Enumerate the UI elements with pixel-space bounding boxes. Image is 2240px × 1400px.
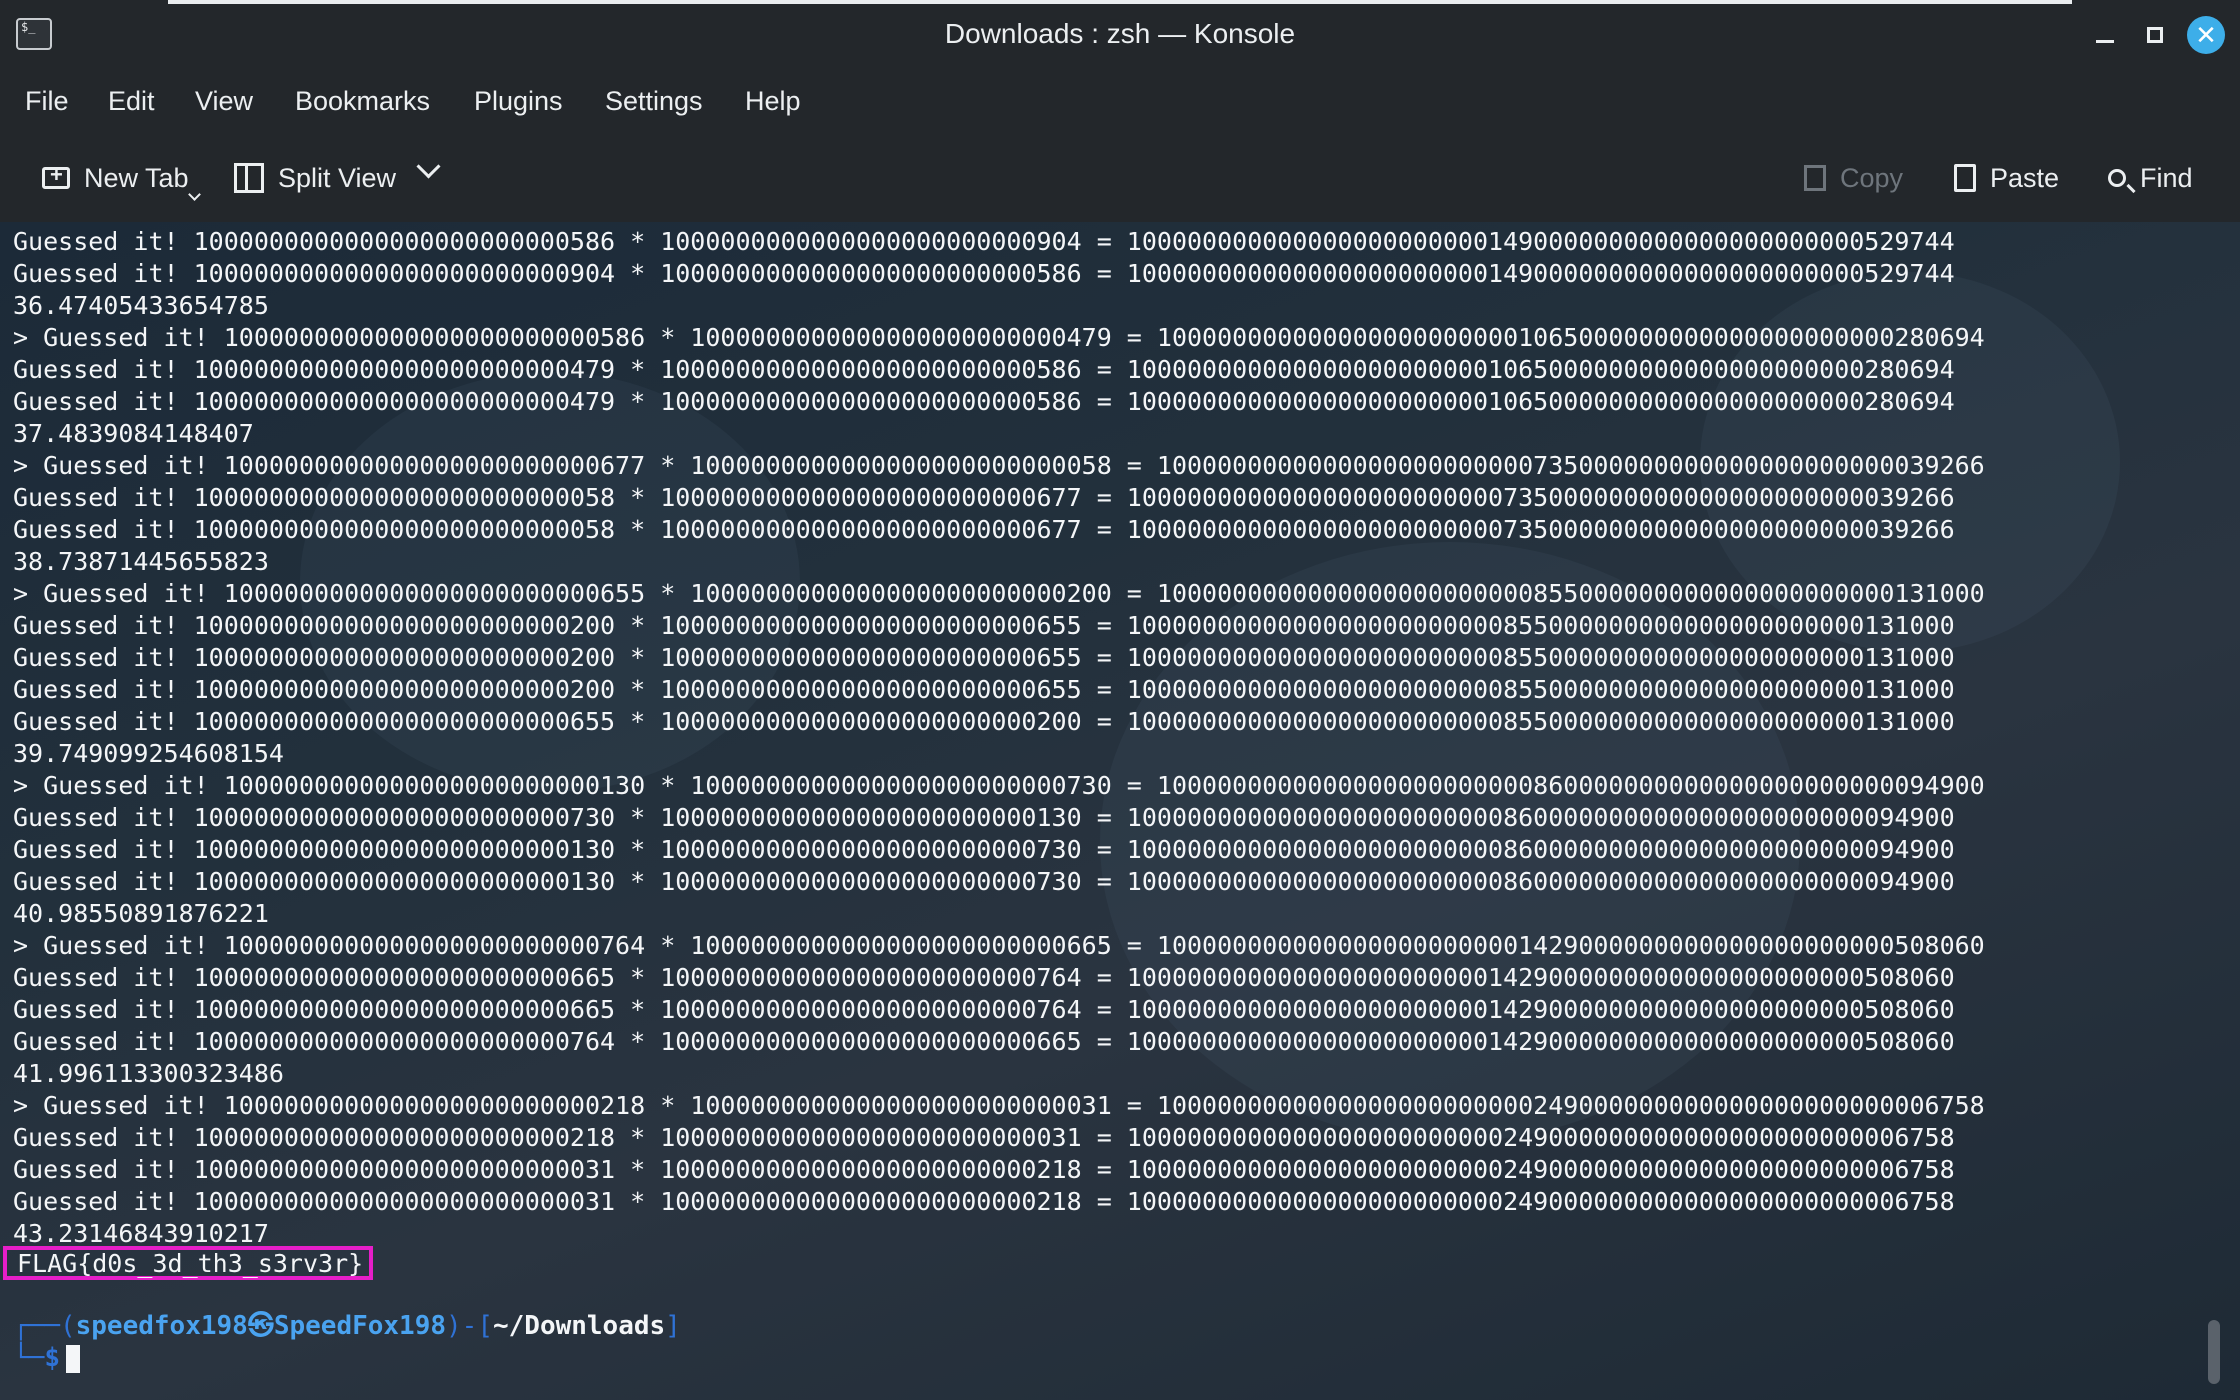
- prompt-input-line[interactable]: └─$: [13, 1342, 80, 1374]
- prompt-frame-open: ┌──(: [13, 1311, 76, 1341]
- terminal-line: Guessed it! 1000000000000000000000000218…: [13, 1123, 1955, 1152]
- prompt-line: ┌──(speedfox198㉿SpeedFox198)-[~/Download…: [13, 1310, 681, 1342]
- terminal-line: Guessed it! 1000000000000000000000000479…: [13, 387, 1955, 416]
- split-view-icon: [234, 163, 264, 193]
- menu-settings[interactable]: Settings: [605, 86, 703, 117]
- terminal-line: Guessed it! 1000000000000000000000000031…: [13, 1187, 1955, 1216]
- prompt-host: SpeedFox198: [273, 1311, 447, 1341]
- terminal-line: Guessed it! 1000000000000000000000000200…: [13, 611, 1955, 640]
- menu-plugins[interactable]: Plugins: [474, 86, 563, 117]
- copy-icon: [1804, 165, 1826, 191]
- menu-help[interactable]: Help: [745, 86, 801, 117]
- prompt-user: speedfox198: [75, 1311, 248, 1341]
- prompt-corner: └─: [13, 1343, 45, 1373]
- copy-label: Copy: [1840, 162, 1904, 193]
- prompt-symbol: $: [44, 1343, 60, 1373]
- title-bar-accent: [168, 0, 2072, 4]
- title-bar[interactable]: Downloads : zsh — Konsole ✕: [0, 0, 2240, 72]
- prompt-frame-mid: )-[: [446, 1311, 493, 1341]
- paste-label: Paste: [1990, 162, 2060, 193]
- konsole-window: Downloads : zsh — Konsole ✕ File Edit Vi…: [0, 0, 2240, 1400]
- copy-button[interactable]: Copy: [1804, 158, 1903, 198]
- terminal-line: > Guessed it! 10000000000000000000000006…: [13, 451, 1985, 480]
- terminal-line: 38.73871445655823: [13, 547, 269, 576]
- paste-icon: [1954, 164, 1976, 192]
- find-button[interactable]: Find: [2108, 158, 2193, 198]
- terminal-line: > Guessed it! 10000000000000000000000001…: [13, 771, 1985, 800]
- terminal-line: Guessed it! 1000000000000000000000000200…: [13, 675, 1955, 704]
- terminal-line: Guessed it! 1000000000000000000000000730…: [13, 803, 1955, 832]
- terminal-line: > Guessed it! 10000000000000000000000007…: [13, 931, 1985, 960]
- minimize-icon[interactable]: [2086, 16, 2124, 54]
- flag-output: FLAG{d0s_3d_th3_s3rv3r}: [3, 1246, 374, 1280]
- terminal-output: Guessed it! 1000000000000000000000000586…: [13, 226, 1985, 1250]
- terminal-line: 36.47405433654785: [13, 291, 269, 320]
- new-tab-button[interactable]: New Tab: [42, 158, 189, 198]
- prompt-path: ~/Downloads: [492, 1311, 666, 1341]
- terminal-line: 39.749099254608154: [13, 739, 284, 768]
- terminal-line: Guessed it! 1000000000000000000000000665…: [13, 963, 1955, 992]
- new-tab-icon: [42, 162, 70, 189]
- menu-edit[interactable]: Edit: [108, 86, 155, 117]
- terminal-line: 41.996113300323486: [13, 1059, 284, 1088]
- terminal-line: Guessed it! 1000000000000000000000000200…: [13, 643, 1955, 672]
- maximize-icon[interactable]: [2136, 16, 2174, 54]
- search-icon: [2108, 169, 2126, 187]
- toolbar: New Tab Split View Copy Paste Find: [0, 132, 2240, 222]
- menu-bookmarks[interactable]: Bookmarks: [295, 86, 430, 117]
- split-view-label: Split View: [278, 162, 397, 193]
- prompt-frame-close: ]: [665, 1311, 681, 1341]
- terminal-line: Guessed it! 1000000000000000000000000058…: [13, 515, 1955, 544]
- terminal-line: Guessed it! 1000000000000000000000000665…: [13, 995, 1955, 1024]
- terminal-view[interactable]: Guessed it! 1000000000000000000000000586…: [0, 222, 2240, 1400]
- new-tab-label: New Tab: [84, 162, 189, 193]
- scrollbar-thumb[interactable]: [2208, 1320, 2220, 1384]
- terminal-line: > Guessed it! 10000000000000000000000006…: [13, 579, 1985, 608]
- terminal-line: Guessed it! 1000000000000000000000000130…: [13, 835, 1955, 864]
- terminal-line: Guessed it! 1000000000000000000000000904…: [13, 259, 1955, 288]
- terminal-line: > Guessed it! 10000000000000000000000005…: [13, 323, 1985, 352]
- paste-button[interactable]: Paste: [1954, 158, 2059, 198]
- find-label: Find: [2140, 162, 2193, 193]
- terminal-line: Guessed it! 1000000000000000000000000479…: [13, 355, 1955, 384]
- terminal-line: Guessed it! 1000000000000000000000000655…: [13, 707, 1955, 736]
- menu-file[interactable]: File: [25, 86, 69, 117]
- window-title: Downloads : zsh — Konsole: [944, 18, 1296, 49]
- terminal-line: Guessed it! 1000000000000000000000000764…: [13, 1027, 1955, 1056]
- terminal-line: Guessed it! 1000000000000000000000000031…: [13, 1155, 1955, 1184]
- terminal-line: > Guessed it! 10000000000000000000000002…: [13, 1091, 1985, 1120]
- menu-view[interactable]: View: [195, 86, 253, 117]
- menu-bar: File Edit View Bookmarks Plugins Setting…: [0, 72, 2240, 132]
- terminal-line: Guessed it! 1000000000000000000000000130…: [13, 867, 1955, 896]
- prompt-separator: ㉿: [247, 1311, 274, 1341]
- close-icon[interactable]: ✕: [2187, 16, 2225, 54]
- terminal-line: 37.4839084148407: [13, 419, 254, 448]
- terminal-line: 40.98550891876221: [13, 899, 269, 928]
- terminal-line: Guessed it! 1000000000000000000000000586…: [13, 227, 1955, 256]
- split-view-button[interactable]: Split View: [234, 158, 396, 198]
- text-cursor[interactable]: [65, 1344, 80, 1373]
- terminal-line: Guessed it! 1000000000000000000000000058…: [13, 483, 1955, 512]
